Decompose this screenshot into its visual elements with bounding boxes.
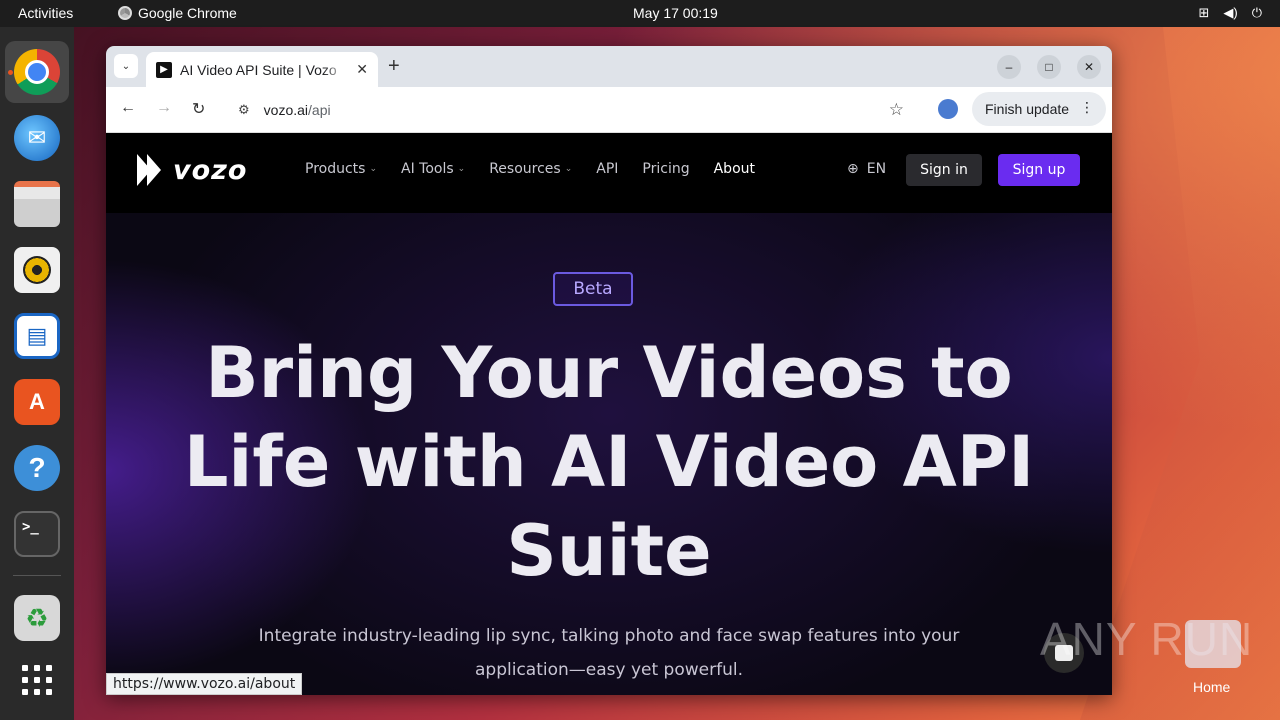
home-folder-label[interactable]: Home <box>1193 679 1230 695</box>
nav-pricing[interactable]: Pricing <box>642 161 689 177</box>
nav-ai-tools[interactable]: AI Tools ⌄ <box>401 161 465 177</box>
chevron-down-icon: ⌄ <box>369 164 377 174</box>
thunderbird-icon: ✉ <box>14 115 60 161</box>
home-folder-icon[interactable] <box>1185 620 1241 668</box>
chevron-down-icon: ⌄ <box>564 164 573 174</box>
finish-update-label: Finish update <box>985 101 1070 117</box>
vozo-logo[interactable]: vozo <box>137 154 247 186</box>
system-tray[interactable]: ⊞ ◀) ⏻ <box>1198 5 1262 21</box>
writer-icon: ▤ <box>14 313 60 359</box>
volume-icon: ◀) <box>1223 5 1238 20</box>
top-bar: Activities Google Chrome May 17 00:19 ⊞ … <box>0 0 1280 27</box>
chrome-icon <box>118 6 132 20</box>
dock-help[interactable]: ? <box>5 437 69 499</box>
dock-separator <box>13 575 61 576</box>
sign-in-button[interactable]: Sign in <box>906 154 982 186</box>
chevron-down-icon: ⌄ <box>457 164 466 174</box>
nav-api[interactable]: API <box>596 161 618 177</box>
chrome-window: ⌄ ▶ AI Video API Suite | Vozo ✕ + – □ ✕ … <box>106 46 1112 695</box>
dock-terminal[interactable]: >_ <box>5 503 69 565</box>
url-text: vozo.ai/api <box>263 102 331 118</box>
dock-chrome[interactable] <box>5 41 69 103</box>
nav-resources[interactable]: Resources ⌄ <box>489 161 572 177</box>
files-icon <box>14 181 60 227</box>
app-center-icon: A <box>14 379 60 425</box>
dock-rhythmbox[interactable] <box>5 239 69 301</box>
finish-update-button[interactable]: Finish update ⋮ <box>972 92 1106 126</box>
back-button[interactable]: ← <box>120 99 136 117</box>
profile-avatar[interactable] <box>938 99 958 119</box>
site-info-icon[interactable]: ⚙ <box>238 102 250 118</box>
dock-files[interactable] <box>5 173 69 235</box>
dock-writer[interactable]: ▤ <box>5 305 69 367</box>
trash-icon: ♻ <box>14 595 60 641</box>
new-tab-button[interactable]: + <box>388 55 400 78</box>
address-bar[interactable]: ⚙ vozo.ai/api ☆ <box>226 93 918 127</box>
dock-trash[interactable]: ♻ <box>5 587 69 649</box>
chevron-down-icon: ⌄ <box>121 60 131 72</box>
show-apps-button[interactable] <box>5 649 69 711</box>
activities-button[interactable]: Activities <box>18 5 73 21</box>
close-tab-icon[interactable]: ✕ <box>356 61 368 78</box>
clock[interactable]: May 17 00:19 <box>633 5 718 21</box>
main-nav: Products ⌄ AI Tools ⌄ Resources ⌄ API Prici… <box>305 161 755 177</box>
minimize-button[interactable]: – <box>997 55 1021 79</box>
chrome-icon <box>14 49 60 95</box>
tab-strip: ⌄ ▶ AI Video API Suite | Vozo ✕ + – □ ✕ <box>106 46 1112 87</box>
globe-icon: ⊕ <box>847 161 859 177</box>
status-bar-link: https://www.vozo.ai/about <box>106 673 303 695</box>
network-icon: ⊞ <box>1198 5 1210 20</box>
vozo-favicon-icon: ▶ <box>156 61 172 78</box>
browser-toolbar: ← → ↻ ⚙ vozo.ai/api ☆ Finish update ⋮ <box>106 87 1112 133</box>
maximize-button[interactable]: □ <box>1037 55 1061 79</box>
vozo-logo-icon <box>137 154 165 186</box>
app-menu[interactable]: Google Chrome <box>118 5 237 21</box>
close-window-button[interactable]: ✕ <box>1077 55 1101 79</box>
forward-button[interactable]: → <box>156 99 172 117</box>
help-icon: ? <box>14 445 60 491</box>
kebab-menu-icon[interactable]: ⋮ <box>1080 99 1094 116</box>
tab-active[interactable]: ▶ AI Video API Suite | Vozo ✕ <box>146 52 378 87</box>
dock-thunderbird[interactable]: ✉ <box>5 107 69 169</box>
running-indicator <box>8 70 13 75</box>
beta-badge: Beta <box>553 272 633 306</box>
hero-headline: Bring Your Videos to Life with AI Video … <box>183 332 1035 592</box>
apps-grid-icon <box>22 665 52 695</box>
dock-app-center[interactable]: A <box>5 371 69 433</box>
site-header: vozo Products ⌄ AI Tools ⌄ Resources ⌄ API … <box>106 133 1112 213</box>
tab-search-button[interactable]: ⌄ <box>114 54 138 78</box>
bookmark-star-icon[interactable]: ☆ <box>889 100 904 120</box>
reload-button[interactable]: ↻ <box>192 99 205 119</box>
power-icon: ⏻ <box>1251 5 1262 20</box>
nav-products[interactable]: Products ⌄ <box>305 161 377 177</box>
language-label: EN <box>866 161 887 177</box>
rhythmbox-icon <box>14 247 60 293</box>
nav-about[interactable]: About <box>714 161 755 177</box>
sign-up-button[interactable]: Sign up <box>998 154 1080 186</box>
logo-text: vozo <box>173 154 248 186</box>
terminal-icon: >_ <box>14 511 60 557</box>
hero-subtitle: Integrate industry-leading lip sync, tal… <box>258 626 960 680</box>
tab-title: AI Video API Suite | Vozo <box>180 61 337 78</box>
app-menu-label: Google Chrome <box>138 5 237 21</box>
language-selector[interactable]: ⊕ EN <box>847 161 886 177</box>
webpage: vozo Products ⌄ AI Tools ⌄ Resources ⌄ API … <box>106 133 1112 695</box>
dock: ✉ ▤ A ? >_ ♻ <box>0 27 74 720</box>
